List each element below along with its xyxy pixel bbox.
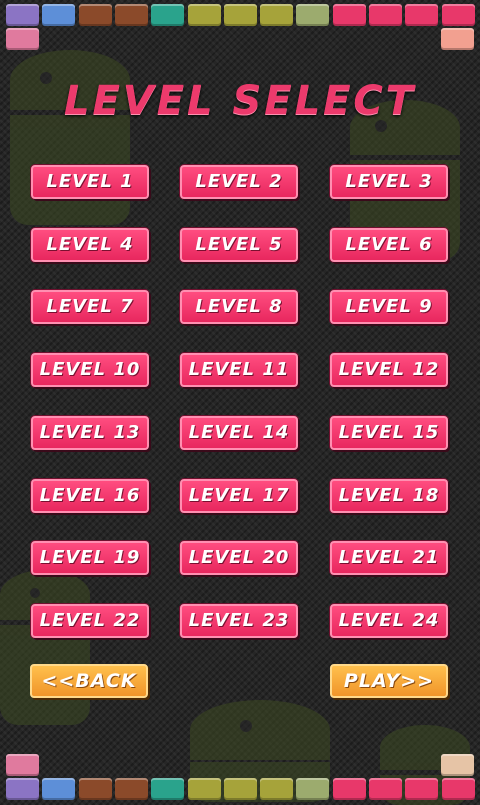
brick-tile bbox=[405, 778, 439, 800]
level-button-12[interactable]: LEVEL 12 bbox=[330, 353, 448, 388]
brick-tile bbox=[405, 4, 439, 26]
brick-top-right-side bbox=[441, 28, 474, 50]
brick-tile bbox=[332, 4, 366, 26]
brick-tile bbox=[6, 778, 39, 800]
brick-bottom-right-side bbox=[441, 754, 474, 776]
brick-tile bbox=[441, 778, 475, 800]
level-button-17[interactable]: LEVEL 17 bbox=[180, 478, 298, 513]
level-button-24[interactable]: LEVEL 24 bbox=[330, 603, 448, 638]
brick-tile bbox=[6, 4, 39, 26]
brick-tile bbox=[296, 778, 330, 800]
level-button-6[interactable]: LEVEL 6 bbox=[330, 227, 448, 262]
brick-tile bbox=[42, 778, 76, 800]
brick-tile bbox=[332, 778, 366, 800]
level-button-8[interactable]: LEVEL 8 bbox=[180, 290, 298, 325]
back-button[interactable]: <<BACK bbox=[30, 664, 148, 698]
level-button-22[interactable]: LEVEL 22 bbox=[31, 603, 149, 638]
level-button-19[interactable]: LEVEL 19 bbox=[31, 541, 149, 576]
brick-tile bbox=[369, 4, 402, 26]
brick-tile bbox=[151, 4, 185, 26]
level-button-9[interactable]: LEVEL 9 bbox=[330, 290, 448, 325]
level-button-7[interactable]: LEVEL 7 bbox=[31, 290, 149, 325]
brick-tile bbox=[151, 778, 185, 800]
play-button[interactable]: PLAY>> bbox=[330, 664, 448, 698]
level-button-2[interactable]: LEVEL 2 bbox=[180, 165, 298, 199]
level-button-15[interactable]: LEVEL 15 bbox=[330, 415, 448, 450]
level-button-20[interactable]: LEVEL 20 bbox=[180, 541, 298, 576]
brick-bottom-left-side bbox=[6, 754, 39, 776]
brick-tile bbox=[187, 778, 221, 800]
brick-tile bbox=[296, 4, 330, 26]
brick-tile bbox=[187, 4, 221, 26]
level-button-18[interactable]: LEVEL 18 bbox=[330, 478, 448, 513]
level-button-21[interactable]: LEVEL 21 bbox=[330, 541, 448, 576]
level-button-23[interactable]: LEVEL 23 bbox=[180, 603, 298, 638]
level-button-1[interactable]: LEVEL 1 bbox=[31, 165, 149, 199]
level-button-10[interactable]: LEVEL 10 bbox=[31, 353, 149, 388]
brick-row-top bbox=[0, 4, 480, 26]
level-button-4[interactable]: LEVEL 4 bbox=[31, 227, 149, 262]
brick-tile bbox=[114, 4, 148, 26]
brick-tile bbox=[260, 778, 294, 800]
brick-tile bbox=[78, 4, 112, 26]
level-button-16[interactable]: LEVEL 16 bbox=[31, 478, 149, 513]
brick-tile bbox=[223, 778, 257, 800]
brick-tile bbox=[78, 778, 112, 800]
brick-tile bbox=[369, 778, 402, 800]
level-button-11[interactable]: LEVEL 11 bbox=[180, 353, 298, 388]
page-title: LEVEL SELECT bbox=[63, 78, 417, 124]
android-silhouette-bottom-left bbox=[0, 560, 120, 730]
level-button-3[interactable]: LEVEL 3 bbox=[330, 165, 448, 199]
brick-row-bottom bbox=[0, 778, 480, 800]
level-button-14[interactable]: LEVEL 14 bbox=[180, 415, 298, 450]
brick-tile bbox=[42, 4, 76, 26]
level-button-5[interactable]: LEVEL 5 bbox=[180, 227, 298, 262]
brick-tile bbox=[441, 4, 475, 26]
brick-tile bbox=[114, 778, 148, 800]
brick-tile bbox=[223, 4, 257, 26]
android-silhouette-top-left bbox=[0, 40, 160, 230]
android-silhouette-bottom-center bbox=[170, 690, 350, 802]
brick-tile bbox=[260, 4, 294, 26]
level-button-13[interactable]: LEVEL 13 bbox=[31, 415, 149, 450]
brick-top-left-side bbox=[6, 28, 39, 50]
